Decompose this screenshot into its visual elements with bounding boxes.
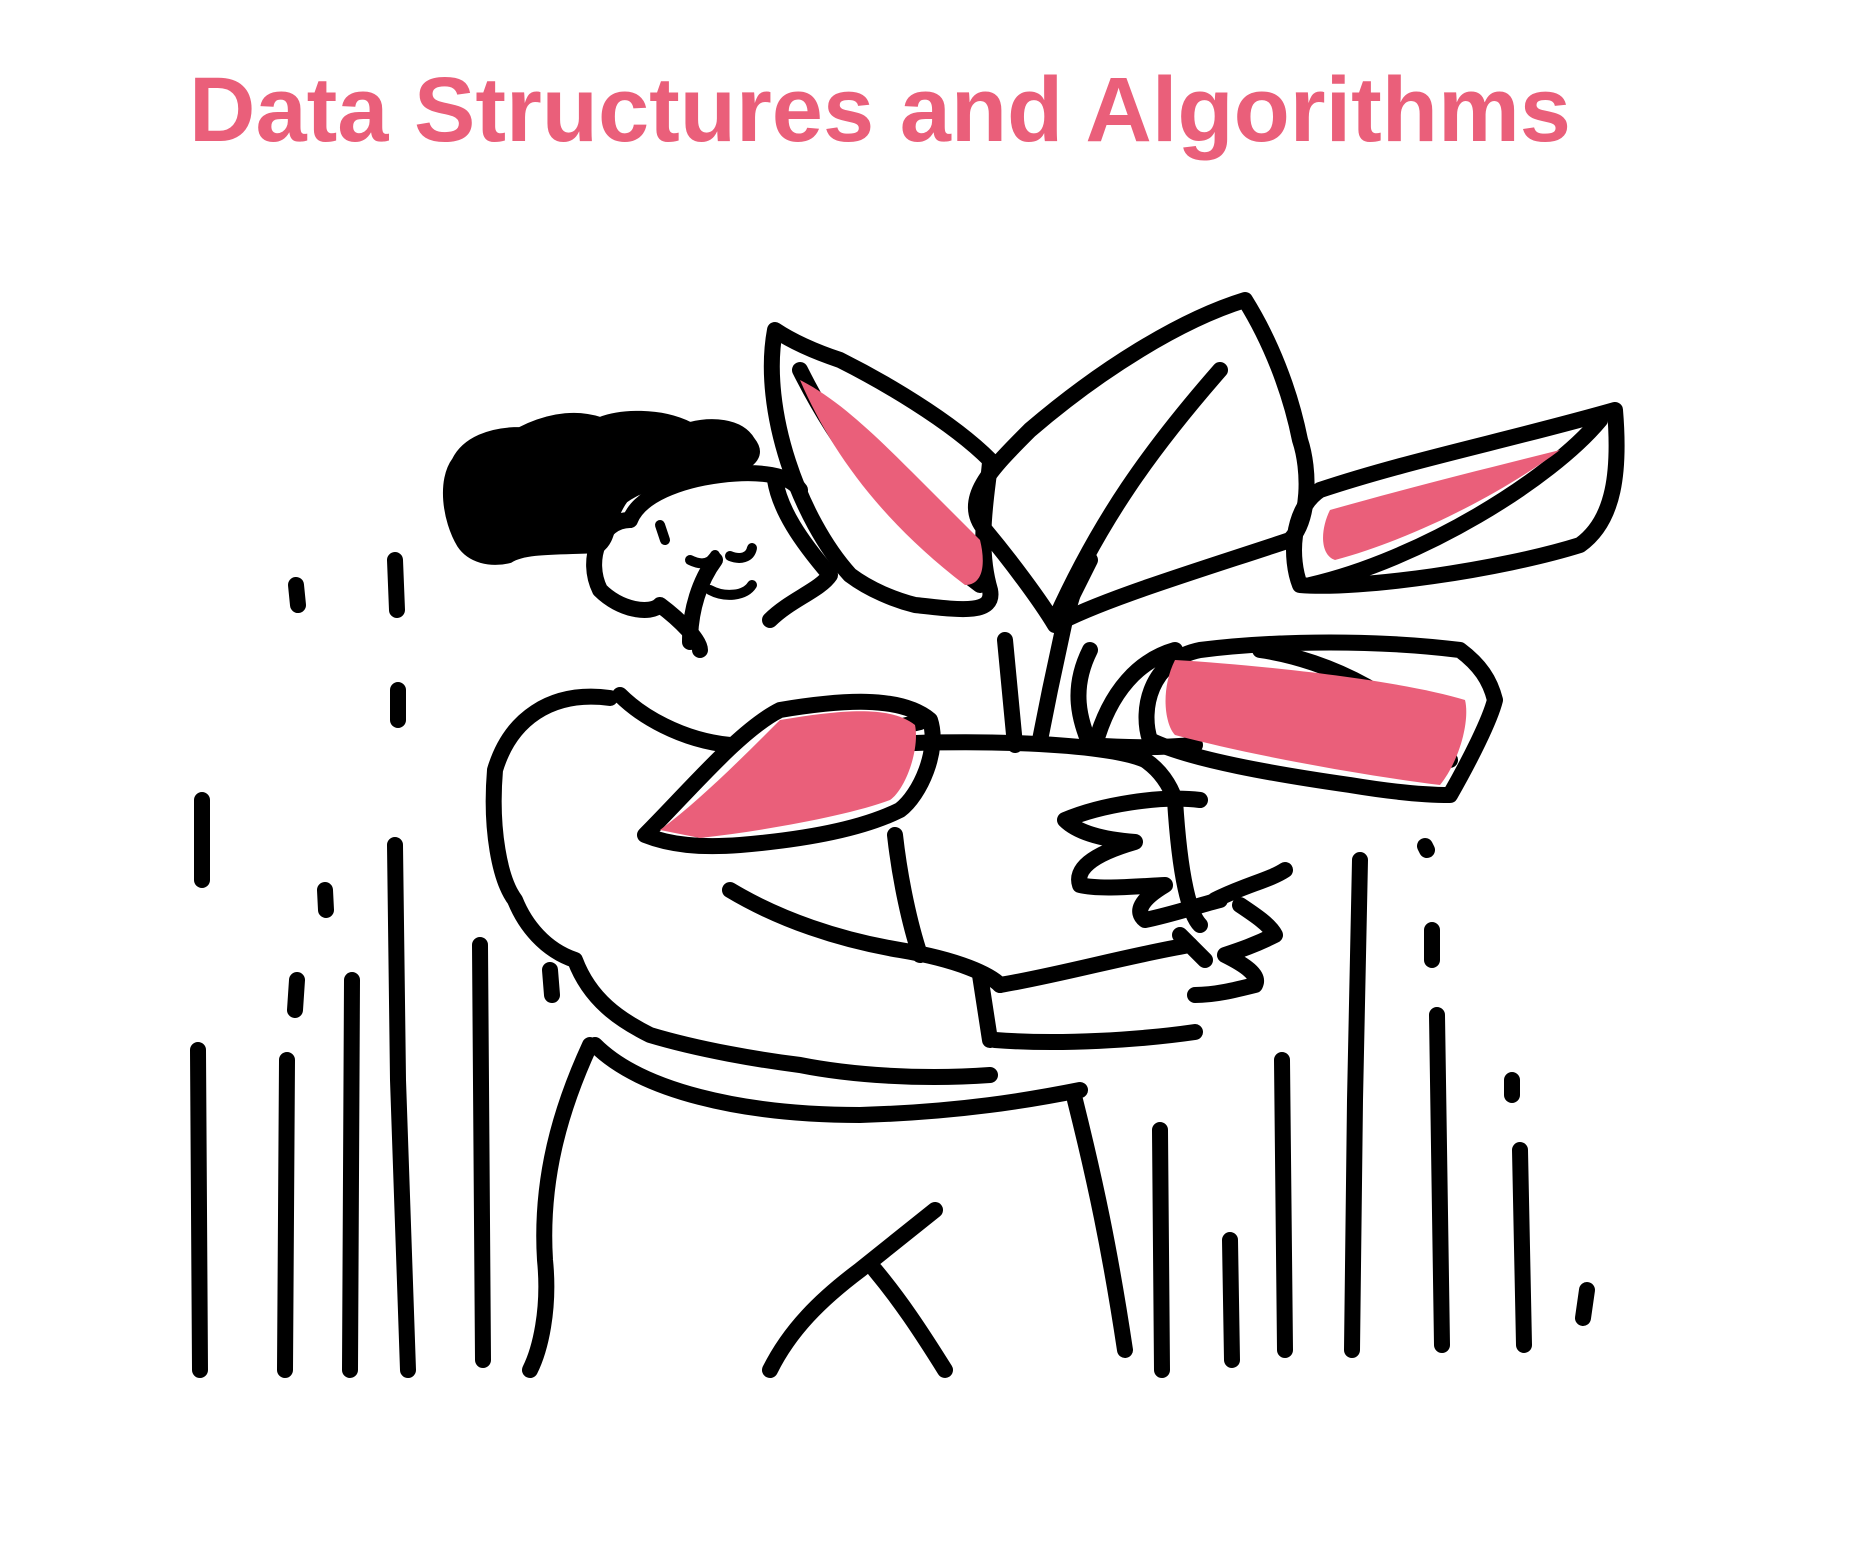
woman-holding-plant-illustration [190, 292, 1625, 1378]
right-grass-strokes [1152, 838, 1595, 1378]
hair [442, 410, 760, 565]
left-grass-strokes [190, 552, 560, 1378]
